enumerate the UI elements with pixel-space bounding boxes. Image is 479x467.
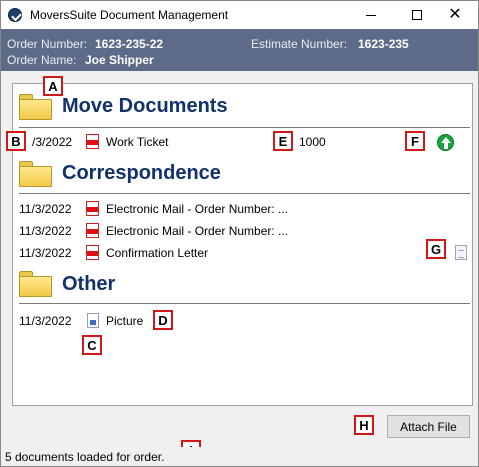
order-name-value: Joe Shipper [85,53,154,67]
document-name-electronic-mail[interactable]: Electronic Mail - Order Number: ... [106,202,288,216]
order-name-label: Order Name: [7,53,77,67]
window-title: MoversSuite Document Management [30,8,229,22]
folder-body [19,276,52,297]
document-management-window: MoversSuite Document Management ✕ Order … [0,0,479,467]
section-title-move-documents[interactable]: Move Documents [62,95,228,118]
section-divider [19,127,470,128]
callout-marker-d: D [153,310,173,330]
order-header: Order Number: 1623-235-22 Estimate Numbe… [1,29,478,71]
pdf-icon[interactable] [86,245,99,260]
document-name-confirmation-letter[interactable]: Confirmation Letter [106,246,208,260]
section-title-correspondence[interactable]: Correspondence [62,162,221,185]
callout-marker-b: B [6,131,26,151]
status-bar: 5 documents loaded for order. [1,447,478,466]
order-number-value: 1623-235-22 [95,37,164,51]
estimate-number-label: Estimate Number: [251,37,348,51]
title-bar: MoversSuite Document Management ✕ [1,1,478,29]
other-folder-icon[interactable] [19,271,52,297]
close-icon: ✕ [448,6,462,23]
callout-marker-c: C [82,335,102,355]
callout-marker-a: A [43,76,63,96]
pdf-icon[interactable] [86,201,99,216]
row-date[interactable]: 11/3/2022 [19,246,72,260]
row-date[interactable]: 11/3/2022 [19,224,72,238]
pdf-icon-band [87,251,98,256]
estimate-number-value: 1623-235 [358,37,409,51]
row-date[interactable]: 11/3/2022 [19,202,72,216]
document-list-panel[interactable]: Move Documents /3/2022 Work Ticket 1000 … [12,83,473,406]
folder-body [19,166,52,187]
status-text: 5 documents loaded for order. [5,450,165,464]
pdf-icon[interactable] [86,134,99,149]
document-icon[interactable] [455,245,467,260]
pdf-icon-band [87,207,98,212]
document-extra-value: 1000 [299,135,326,149]
app-logo-icon [8,8,22,22]
section-divider [19,303,470,304]
document-name-work-ticket[interactable]: Work Ticket [106,135,168,149]
document-name-picture[interactable]: Picture [106,314,143,328]
callout-marker-g: G [426,239,446,259]
minimize-icon [366,14,376,16]
attach-file-button[interactable]: Attach File [387,415,470,438]
callout-marker-f: F [405,131,425,151]
row-date[interactable]: 11/3/2022 [19,314,72,328]
maximize-icon [412,10,422,20]
upload-icon[interactable] [437,134,454,151]
pdf-icon-band [87,140,98,145]
picture-icon[interactable] [87,313,99,328]
callout-marker-h: H [354,415,374,435]
section-divider [19,193,470,194]
pdf-icon[interactable] [86,223,99,238]
minimize-button[interactable] [348,1,394,29]
move-documents-folder-icon[interactable] [19,94,52,120]
section-title-other[interactable]: Other [62,273,115,296]
row-date[interactable]: /3/2022 [32,135,72,149]
document-name-electronic-mail[interactable]: Electronic Mail - Order Number: ... [106,224,288,238]
folder-body [19,99,52,120]
callout-marker-e: E [273,131,293,151]
pdf-icon-band [87,229,98,234]
close-button[interactable]: ✕ [432,1,478,29]
correspondence-folder-icon[interactable] [19,161,52,187]
order-number-label: Order Number: [7,37,88,51]
